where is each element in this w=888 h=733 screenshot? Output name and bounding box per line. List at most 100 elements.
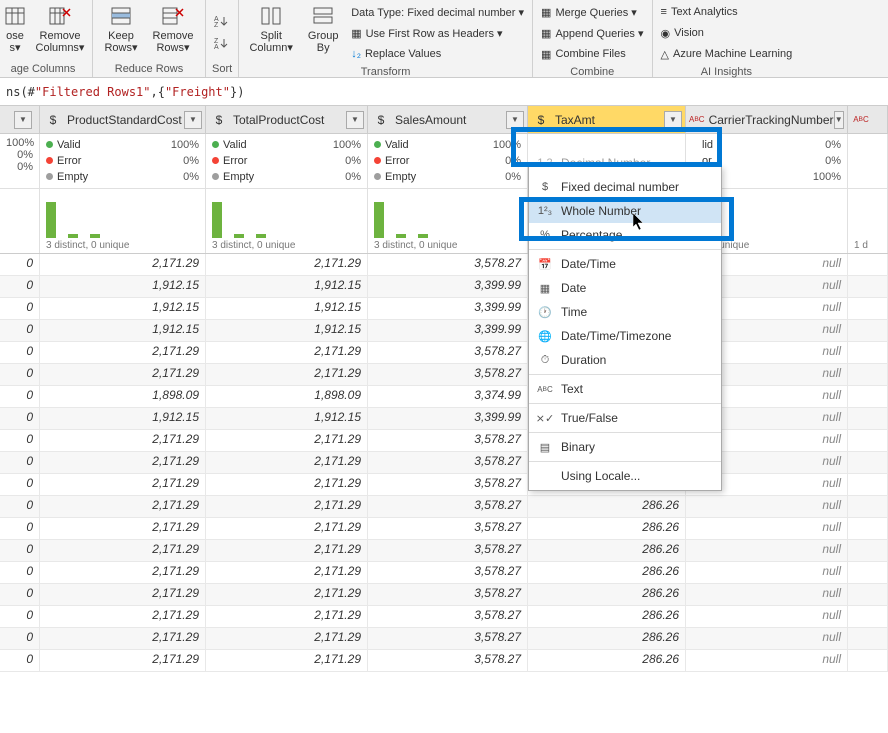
table-cell[interactable]: 3,578.27: [368, 562, 528, 583]
table-cell[interactable]: 0: [0, 254, 40, 275]
menu-item-decimal-number[interactable]: 1.2Decimal Number: [529, 151, 721, 175]
table-cell[interactable]: 2,171.29: [206, 364, 368, 385]
table-cell[interactable]: 2,171.29: [40, 650, 206, 671]
menu-item-date[interactable]: ▦Date: [529, 276, 721, 300]
table-cell[interactable]: 1,912.15: [206, 276, 368, 297]
table-row[interactable]: 02,171.292,171.293,578.27286.26null: [0, 518, 888, 540]
column-header-index[interactable]: ▼: [0, 106, 40, 133]
table-cell[interactable]: 2,171.29: [40, 606, 206, 627]
table-cell[interactable]: 286.26: [528, 606, 686, 627]
table-cell[interactable]: 0: [0, 606, 40, 627]
merge-queries-button[interactable]: ▦ Merge Queries ▾: [539, 2, 645, 22]
table-cell[interactable]: 2,171.29: [40, 562, 206, 583]
choose-columns-button[interactable]: oses▾: [0, 2, 30, 54]
table-cell[interactable]: null: [686, 628, 848, 649]
table-cell[interactable]: null: [686, 606, 848, 627]
table-cell[interactable]: 1,912.15: [40, 320, 206, 341]
table-cell[interactable]: 2,171.29: [206, 628, 368, 649]
menu-item-datetimezone[interactable]: 🌐Date/Time/Timezone: [529, 324, 721, 348]
column-header-carriertrackingnumber[interactable]: ABC CarrierTrackingNumber ▼: [686, 106, 848, 133]
table-cell[interactable]: 2,171.29: [206, 474, 368, 495]
table-cell[interactable]: 3,578.27: [368, 364, 528, 385]
sort-asc-button[interactable]: AZ: [212, 11, 230, 31]
remove-columns-button[interactable]: RemoveColumns▾: [34, 2, 86, 54]
table-cell[interactable]: null: [686, 540, 848, 561]
table-row[interactable]: 02,171.292,171.293,578.27286.26null: [0, 540, 888, 562]
table-cell[interactable]: 3,578.27: [368, 430, 528, 451]
table-cell[interactable]: 0: [0, 650, 40, 671]
table-cell[interactable]: 2,171.29: [40, 452, 206, 473]
table-row[interactable]: 02,171.292,171.293,578.27286.26null: [0, 650, 888, 672]
table-cell[interactable]: 0: [0, 298, 40, 319]
table-cell[interactable]: 2,171.29: [206, 540, 368, 561]
table-row[interactable]: 02,171.292,171.293,578.27286.26null: [0, 452, 888, 474]
table-cell[interactable]: 3,399.99: [368, 298, 528, 319]
table-cell[interactable]: 2,171.29: [40, 364, 206, 385]
column-header-next[interactable]: ABC: [848, 106, 888, 133]
table-cell[interactable]: 0: [0, 408, 40, 429]
table-cell[interactable]: 1,898.09: [40, 386, 206, 407]
azure-ml-button[interactable]: △ Azure Machine Learning: [659, 44, 795, 64]
dropdown-button[interactable]: ▼: [346, 111, 364, 129]
table-cell[interactable]: null: [686, 584, 848, 605]
table-cell[interactable]: 3,578.27: [368, 540, 528, 561]
table-cell[interactable]: 2,171.29: [40, 628, 206, 649]
table-row[interactable]: 02,171.292,171.293,578.27286.26null: [0, 474, 888, 496]
table-cell[interactable]: 286.26: [528, 650, 686, 671]
dropdown-button[interactable]: ▼: [14, 111, 32, 129]
table-cell[interactable]: 286.26: [528, 628, 686, 649]
table-row[interactable]: 02,171.292,171.293,578.27286.26null: [0, 496, 888, 518]
vision-button[interactable]: ◉ Vision: [659, 23, 795, 43]
table-cell[interactable]: 2,171.29: [40, 518, 206, 539]
table-cell[interactable]: 0: [0, 628, 40, 649]
dropdown-button[interactable]: ▼: [664, 111, 682, 129]
combine-files-button[interactable]: ▦ Combine Files: [539, 44, 645, 64]
table-cell[interactable]: 2,171.29: [206, 518, 368, 539]
table-row[interactable]: 01,898.091,898.093,374.99null: [0, 386, 888, 408]
table-cell[interactable]: 3,374.99: [368, 386, 528, 407]
table-cell[interactable]: 2,171.29: [206, 606, 368, 627]
table-cell[interactable]: 0: [0, 474, 40, 495]
type-icon-currency[interactable]: $: [209, 110, 229, 130]
type-icon-currency[interactable]: $: [43, 110, 63, 130]
table-cell[interactable]: 3,399.99: [368, 320, 528, 341]
table-cell[interactable]: 2,171.29: [206, 584, 368, 605]
table-row[interactable]: 01,912.151,912.153,399.99null: [0, 298, 888, 320]
table-row[interactable]: 02,171.292,171.293,578.27286.26null: [0, 628, 888, 650]
menu-item-whole-number[interactable]: 1²₃Whole Number: [529, 199, 721, 223]
table-cell[interactable]: 286.26: [528, 518, 686, 539]
menu-item-fixed-decimal[interactable]: $Fixed decimal number: [529, 175, 721, 199]
table-cell[interactable]: null: [686, 562, 848, 583]
table-cell[interactable]: 0: [0, 518, 40, 539]
menu-item-using-locale[interactable]: Using Locale...: [529, 464, 721, 488]
sort-desc-button[interactable]: ZA: [212, 33, 230, 53]
menu-item-duration[interactable]: ⏱Duration: [529, 348, 721, 372]
table-cell[interactable]: 286.26: [528, 496, 686, 517]
table-cell[interactable]: null: [686, 496, 848, 517]
table-cell[interactable]: 1,912.15: [40, 276, 206, 297]
table-cell[interactable]: 1,912.15: [206, 298, 368, 319]
type-icon-currency[interactable]: $: [371, 110, 391, 130]
menu-item-text[interactable]: ABCText: [529, 377, 721, 401]
table-cell[interactable]: 3,578.27: [368, 452, 528, 473]
dropdown-button[interactable]: ▼: [506, 111, 524, 129]
table-row[interactable]: 02,171.292,171.293,578.27null: [0, 430, 888, 452]
data-type-menu[interactable]: 1.2Decimal Number $Fixed decimal number …: [528, 166, 722, 491]
menu-item-percentage[interactable]: %Percentage: [529, 223, 721, 247]
dropdown-button[interactable]: ▼: [834, 111, 845, 129]
table-cell[interactable]: 286.26: [528, 562, 686, 583]
table-cell[interactable]: 2,171.29: [206, 254, 368, 275]
table-cell[interactable]: 3,399.99: [368, 408, 528, 429]
table-cell[interactable]: 0: [0, 342, 40, 363]
table-cell[interactable]: 0: [0, 540, 40, 561]
table-row[interactable]: 02,171.292,171.293,578.27null: [0, 254, 888, 276]
table-cell[interactable]: 3,578.27: [368, 584, 528, 605]
table-row[interactable]: 02,171.292,171.293,578.27286.26null: [0, 584, 888, 606]
table-cell[interactable]: 2,171.29: [40, 430, 206, 451]
remove-rows-button[interactable]: RemoveRows▾: [147, 2, 199, 54]
table-cell[interactable]: 0: [0, 496, 40, 517]
type-icon-currency[interactable]: $: [531, 110, 551, 130]
table-cell[interactable]: 0: [0, 320, 40, 341]
table-cell[interactable]: 0: [0, 276, 40, 297]
table-cell[interactable]: 2,171.29: [206, 650, 368, 671]
